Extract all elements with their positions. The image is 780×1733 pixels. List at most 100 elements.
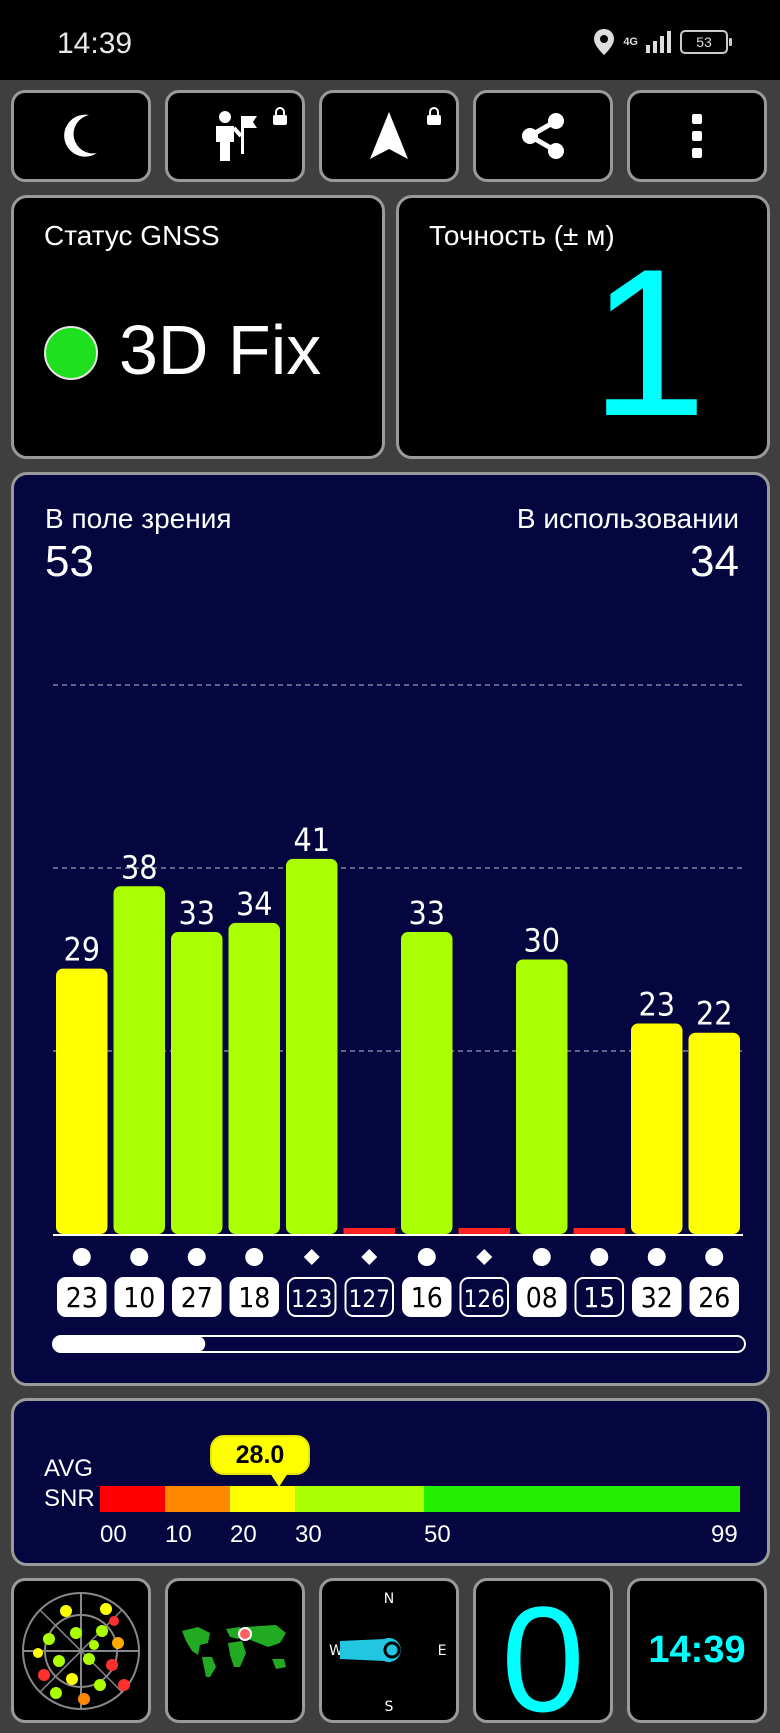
fix-status-text: 3D Fix xyxy=(119,311,322,389)
satellite-id-label: 10 xyxy=(123,1281,155,1314)
constellation-marker xyxy=(647,1248,666,1266)
constellation-marker xyxy=(245,1248,264,1266)
signal-bar xyxy=(171,932,223,1234)
clock-value: 14:39 xyxy=(648,1629,746,1671)
satellite-id-label: 23 xyxy=(66,1281,98,1314)
snr-segment-lime xyxy=(295,1486,424,1512)
signal-bar xyxy=(573,1228,625,1234)
signal-value-label: 38 xyxy=(121,848,158,886)
snr-label: SNR xyxy=(44,1485,95,1512)
snr-segment-yellow xyxy=(230,1486,295,1512)
network-type: 4G xyxy=(623,35,638,48)
snr-tick: 30 xyxy=(295,1521,322,1548)
gnss-status-title: Статус GNSS xyxy=(44,220,220,251)
satellite-id-label: 32 xyxy=(641,1281,673,1314)
signal-bar xyxy=(688,1032,740,1234)
more-vert-icon xyxy=(692,114,702,158)
signal-bar xyxy=(228,922,280,1234)
snr-segment-red xyxy=(100,1486,165,1512)
person-flag-icon xyxy=(216,111,257,161)
landmark-button[interactable] xyxy=(165,90,305,182)
satellite-id-label: 123 xyxy=(291,1285,332,1313)
moon-icon xyxy=(64,114,97,157)
constellation-marker xyxy=(303,1249,320,1265)
snr-tick: 20 xyxy=(230,1521,257,1548)
signal-value-label: 33 xyxy=(178,894,215,932)
snr-tick: 10 xyxy=(165,1521,192,1548)
map-tile[interactable] xyxy=(165,1578,305,1723)
satellite-signal-chart: 29 23 38 10 33 27 34 18 41 123 127 33 16 126 30 08 15 23 3… xyxy=(52,684,746,1353)
accuracy-value: 1 xyxy=(590,225,707,460)
share-button[interactable] xyxy=(473,90,613,182)
compass-n: N xyxy=(384,1591,394,1607)
snr-tick: 00 xyxy=(100,1521,127,1548)
signal-icon xyxy=(646,31,671,53)
status-icons: 4G 53 xyxy=(593,28,732,56)
constellation-marker xyxy=(532,1248,551,1266)
satellite-id-label: 126 xyxy=(464,1285,505,1313)
signal-bar xyxy=(343,1228,395,1234)
signal-bar xyxy=(516,959,568,1234)
status-time: 14:39 xyxy=(57,27,133,60)
snr-average-bubble: 28.0 xyxy=(210,1435,310,1487)
count-value: 0 xyxy=(501,1578,585,1723)
signal-value-label: 23 xyxy=(638,986,675,1024)
satellite-id-label: 08 xyxy=(526,1281,558,1314)
world-map-icon xyxy=(180,1623,290,1679)
satellite-id-label: 127 xyxy=(349,1285,390,1313)
night-mode-button[interactable] xyxy=(11,90,151,182)
snr-scale-bar xyxy=(100,1486,740,1512)
sky-plot-icon xyxy=(22,1592,140,1710)
snr-panel: AVG SNR 28.0 00 10 20 30 50 99 xyxy=(11,1398,770,1566)
snr-avg-label: AVG xyxy=(44,1455,93,1482)
scrollbar-thumb[interactable] xyxy=(53,1336,206,1352)
snr-tick: 50 xyxy=(424,1521,451,1548)
lock-icon xyxy=(427,107,441,125)
navigation-button[interactable] xyxy=(319,90,459,182)
signal-bar xyxy=(631,1023,683,1234)
share-icon xyxy=(522,113,564,159)
constellation-marker xyxy=(705,1248,724,1266)
clock-tile[interactable]: 14:39 xyxy=(627,1578,767,1723)
signal-bar xyxy=(458,1228,510,1234)
constellation-marker xyxy=(187,1248,206,1266)
count-tile[interactable]: 0 xyxy=(473,1578,613,1723)
signal-value-label: 29 xyxy=(63,931,100,969)
signal-value-label: 22 xyxy=(696,995,733,1033)
signal-value-label: 34 xyxy=(236,885,273,923)
satellite-id-label: 26 xyxy=(698,1281,730,1314)
constellation-marker xyxy=(361,1249,378,1265)
compass-tile[interactable]: N E S W xyxy=(319,1578,459,1723)
constellation-marker xyxy=(417,1248,436,1266)
accuracy-title: Точность (± м) xyxy=(429,220,615,251)
location-icon xyxy=(594,29,615,55)
satellite-panel[interactable]: В поле зрения 53 В использовании 34 29 23… xyxy=(11,472,770,1386)
compass-icon: N E S W xyxy=(329,1591,447,1715)
satellite-id-label: 16 xyxy=(411,1281,443,1314)
satellite-id-label: 18 xyxy=(238,1281,270,1314)
signal-value-label: 41 xyxy=(293,821,330,859)
gnss-status-card: Статус GNSS 3D Fix xyxy=(11,195,385,459)
snr-tick: 99 xyxy=(711,1521,738,1548)
status-bar: 14:39 4G 53 xyxy=(0,0,780,80)
satellite-id-label: 15 xyxy=(583,1281,615,1314)
compass-e: E xyxy=(438,1643,447,1659)
battery-icon: 53 xyxy=(680,30,732,54)
signal-value-label: 30 xyxy=(523,922,560,960)
constellation-marker xyxy=(590,1248,609,1266)
compass-s: S xyxy=(385,1699,394,1715)
constellation-marker xyxy=(72,1248,91,1266)
more-options-button[interactable] xyxy=(627,90,767,182)
constellation-marker xyxy=(476,1249,493,1265)
signal-value-label: 33 xyxy=(408,894,445,932)
lock-icon xyxy=(273,107,287,125)
fix-status-indicator xyxy=(44,326,98,380)
sky-plot-tile[interactable] xyxy=(11,1578,151,1723)
snr-segment-orange xyxy=(165,1486,230,1512)
constellation-marker xyxy=(130,1248,149,1266)
signal-bar xyxy=(56,968,108,1234)
snr-segment-green xyxy=(424,1486,740,1512)
signal-bar xyxy=(401,932,453,1234)
accuracy-card: Точность (± м) 1 xyxy=(396,195,770,459)
satellite-id-label: 27 xyxy=(181,1281,213,1314)
